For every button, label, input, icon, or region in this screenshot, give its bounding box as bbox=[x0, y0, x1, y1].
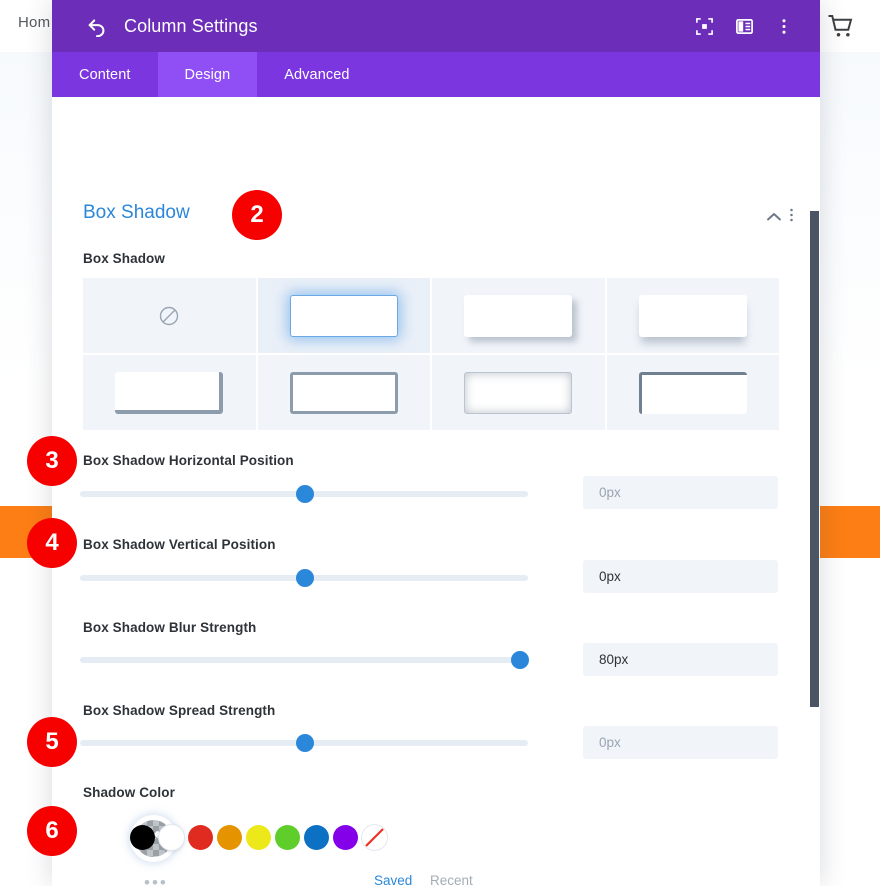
swatch-orange[interactable] bbox=[217, 825, 242, 850]
swatch-yellow[interactable] bbox=[246, 825, 271, 850]
label-vertical-position: Box Shadow Vertical Position bbox=[83, 537, 276, 552]
modal-title: Column Settings bbox=[124, 15, 258, 36]
slider-thumb-horizontal[interactable] bbox=[296, 485, 314, 503]
tab-content[interactable]: Content bbox=[52, 52, 158, 97]
preset-corner-line[interactable] bbox=[606, 355, 779, 430]
label-shadow-color: Shadow Color bbox=[83, 785, 175, 800]
tab-design[interactable]: Design bbox=[157, 52, 258, 97]
column-settings-modal: Column Settings Content Design Advanced … bbox=[52, 0, 820, 886]
swatch-blue[interactable] bbox=[304, 825, 329, 850]
input-horizontal-position[interactable]: 0px bbox=[583, 476, 778, 509]
preset-outline[interactable] bbox=[257, 355, 430, 430]
shopping-cart-icon[interactable] bbox=[826, 11, 856, 41]
preset-bottom-drop[interactable] bbox=[432, 278, 605, 353]
swatch-red[interactable] bbox=[188, 825, 213, 850]
vertical-scrollbar[interactable] bbox=[810, 211, 819, 707]
layout-panel-icon[interactable] bbox=[734, 16, 754, 36]
recent-colors-link[interactable]: Recent bbox=[430, 873, 473, 886]
label-spread-strength: Box Shadow Spread Strength bbox=[83, 703, 276, 718]
back-arrow-icon[interactable] bbox=[82, 11, 112, 41]
fullscreen-focus-icon[interactable] bbox=[694, 16, 714, 36]
nav-home-link[interactable]: Hom bbox=[18, 14, 50, 31]
no-shadow-icon bbox=[158, 305, 180, 327]
step-badge-5: 5 bbox=[27, 717, 77, 767]
preset-glow[interactable] bbox=[257, 278, 430, 353]
modal-header: Column Settings bbox=[52, 0, 820, 52]
slider-thumb-blur[interactable] bbox=[511, 651, 529, 669]
slider-horizontal-position[interactable] bbox=[80, 485, 528, 503]
modal-header-actions bbox=[694, 16, 794, 36]
slider-thumb-spread[interactable] bbox=[296, 734, 314, 752]
swatch-purple[interactable] bbox=[333, 825, 358, 850]
input-vertical-position[interactable]: 0px bbox=[583, 560, 778, 593]
slider-thumb-vertical[interactable] bbox=[296, 569, 314, 587]
color-swatch-row bbox=[130, 825, 387, 850]
preset-soft-drop[interactable] bbox=[606, 278, 779, 353]
more-colors-dots[interactable]: ••• bbox=[144, 873, 168, 886]
input-blur-strength[interactable]: 80px bbox=[583, 643, 778, 676]
slider-spread-strength[interactable] bbox=[80, 734, 528, 752]
slider-blur-strength[interactable] bbox=[80, 651, 529, 669]
tab-advanced[interactable]: Advanced bbox=[257, 52, 376, 97]
swatch-black[interactable] bbox=[130, 825, 155, 850]
section-title-box-shadow: Box Shadow bbox=[83, 202, 190, 223]
chevron-up-icon[interactable] bbox=[764, 207, 784, 227]
swatch-transparent[interactable] bbox=[362, 825, 387, 850]
preset-inner-shadow[interactable] bbox=[432, 355, 605, 430]
preset-none[interactable] bbox=[83, 278, 256, 353]
kebab-menu-icon[interactable] bbox=[774, 16, 794, 36]
swatch-white[interactable] bbox=[159, 825, 184, 850]
input-spread-strength[interactable]: 0px bbox=[583, 726, 778, 759]
slider-vertical-position[interactable] bbox=[80, 569, 528, 587]
step-badge-4: 4 bbox=[27, 518, 77, 568]
saved-colors-link[interactable]: Saved bbox=[374, 873, 412, 886]
box-shadow-preset-grid bbox=[83, 278, 779, 430]
preset-offset-edge[interactable] bbox=[83, 355, 256, 430]
modal-body: Box Shadow Box Shadow Box Shadow Horizon… bbox=[52, 97, 820, 886]
section-options-kebab-icon[interactable] bbox=[789, 205, 805, 225]
swatch-green[interactable] bbox=[275, 825, 300, 850]
step-badge-6: 6 bbox=[27, 806, 77, 856]
label-box-shadow: Box Shadow bbox=[83, 251, 166, 266]
step-badge-2: 2 bbox=[232, 190, 282, 240]
modal-tabbar: Content Design Advanced bbox=[52, 52, 820, 97]
label-horizontal-position: Box Shadow Horizontal Position bbox=[83, 453, 294, 468]
step-badge-3: 3 bbox=[27, 436, 77, 486]
label-blur-strength: Box Shadow Blur Strength bbox=[83, 620, 257, 635]
